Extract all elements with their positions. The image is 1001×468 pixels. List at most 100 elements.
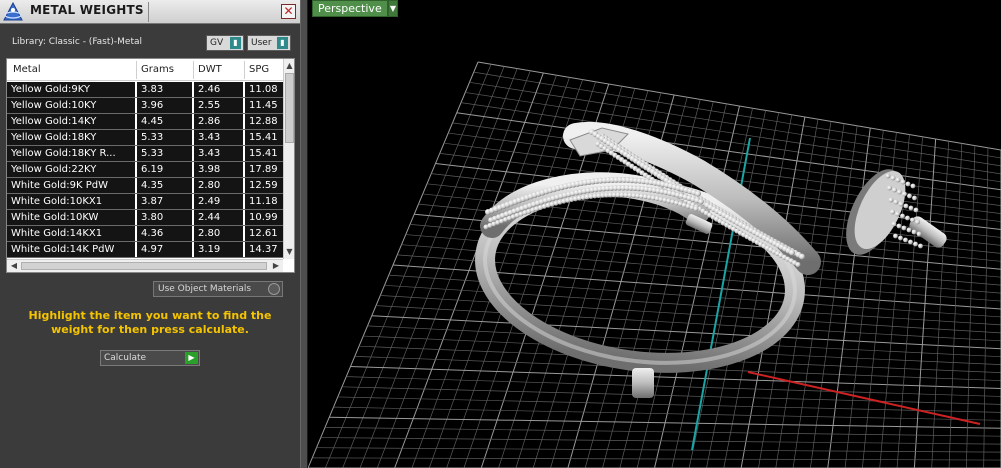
- spg-cell: 15.41: [245, 130, 285, 145]
- calculate-label: Calculate: [104, 353, 147, 363]
- ring-model[interactable]: [474, 122, 821, 398]
- metal-cell: White Gold:14KX1: [7, 226, 135, 241]
- grams-cell: 5.33: [137, 130, 192, 145]
- use-object-materials-label: Use Object Materials: [158, 284, 252, 294]
- pave-stone: [905, 181, 911, 187]
- pave-stone: [693, 206, 699, 212]
- table-vertical-scrollbar[interactable]: ▲ ▼: [283, 59, 294, 259]
- perspective-viewport[interactable]: Perspective ▼: [308, 0, 1001, 468]
- spg-cell: 12.61: [245, 226, 285, 241]
- pave-stone: [908, 239, 913, 245]
- radio-indicator-icon[interactable]: [268, 283, 280, 295]
- grams-cell: 3.96: [137, 98, 192, 113]
- table-row[interactable]: White Gold:14KX1 4.36 2.80 12.61: [7, 226, 285, 242]
- pave-stone: [903, 203, 909, 209]
- pave-stone: [895, 211, 900, 217]
- pave-stone: [890, 175, 896, 181]
- spg-cell: 11.18: [245, 194, 285, 209]
- column-divider: [244, 61, 245, 79]
- scroll-up-arrow-icon[interactable]: ▲: [284, 60, 294, 72]
- metal-cell: White Gold:10KX1: [7, 194, 135, 209]
- metal-cell: Yellow Gold:18KY R...: [7, 146, 135, 161]
- viewport-name-tab[interactable]: Perspective: [312, 0, 388, 17]
- pave-stone: [795, 261, 801, 268]
- metal-cell: Yellow Gold:18KY: [7, 130, 135, 145]
- dropdown-arrow-icon: ▮: [277, 37, 288, 49]
- pave-stone: [907, 193, 912, 199]
- library-source-select[interactable]: User ▮: [247, 35, 291, 51]
- scroll-thumb[interactable]: [21, 262, 267, 270]
- table-row[interactable]: White Gold:10KW 3.80 2.44 10.99: [7, 210, 285, 226]
- table-row[interactable]: White Gold:14K PdW 4.97 3.19 14.37: [7, 242, 285, 258]
- pave-stone: [891, 221, 897, 227]
- dropdown-arrow-icon: ▮: [230, 37, 241, 49]
- viewport-menu-arrow-icon[interactable]: ▼: [388, 0, 398, 17]
- close-button[interactable]: ✕: [281, 4, 296, 19]
- spg-cell: 12.59: [245, 178, 285, 193]
- pave-stone: [898, 201, 904, 207]
- dwt-cell: 2.49: [194, 194, 243, 209]
- spg-cell: 17.89: [245, 162, 285, 177]
- pave-stone: [915, 219, 920, 225]
- column-header-grams[interactable]: Grams: [141, 64, 174, 75]
- pave-stone: [698, 198, 704, 205]
- library-label: Library: Classic - (Fast)-Metal: [12, 37, 143, 47]
- column-header-spg[interactable]: SPG: [249, 64, 269, 75]
- pave-stone: [893, 233, 898, 239]
- panel-splitter[interactable]: [300, 0, 308, 468]
- play-arrow-icon: ▶: [185, 352, 198, 364]
- calculate-button[interactable]: Calculate ▶: [100, 350, 200, 366]
- pave-stone: [916, 231, 922, 237]
- metal-cell: Yellow Gold:22KY: [7, 162, 135, 177]
- table-row[interactable]: Yellow Gold:10KY 3.96 2.55 11.45: [7, 98, 285, 114]
- setting-model[interactable]: [835, 161, 949, 263]
- column-header-metal[interactable]: Metal: [13, 64, 41, 75]
- pave-stone: [892, 187, 897, 193]
- scroll-thumb[interactable]: [285, 73, 294, 143]
- unit-select[interactable]: GV ▮: [206, 35, 244, 51]
- metal-cell: White Gold:10KW: [7, 210, 135, 225]
- grams-cell: 4.36: [137, 226, 192, 241]
- pave-stone: [912, 195, 917, 201]
- pave-stone: [918, 243, 923, 249]
- table-row[interactable]: Yellow Gold:9KY 3.83 2.46 11.08: [7, 82, 285, 98]
- dwt-cell: 2.44: [194, 210, 243, 225]
- grams-cell: 3.80: [137, 210, 192, 225]
- column-divider: [193, 61, 194, 79]
- use-object-materials-option[interactable]: Use Object Materials: [153, 281, 283, 297]
- pave-stone: [913, 241, 918, 247]
- dwt-cell: 3.98: [194, 162, 243, 177]
- table-row[interactable]: Yellow Gold:22KY 6.19 3.98 17.89: [7, 162, 285, 178]
- spg-cell: 10.99: [245, 210, 285, 225]
- grams-cell: 3.87: [137, 194, 192, 209]
- pave-stone: [898, 235, 903, 241]
- unit-select-value: GV: [210, 38, 224, 48]
- scroll-left-arrow-icon[interactable]: ◀: [8, 260, 20, 272]
- column-divider: [136, 61, 137, 79]
- table-row[interactable]: White Gold:9K PdW 4.35 2.80 12.59: [7, 178, 285, 194]
- dwt-cell: 3.43: [194, 146, 243, 161]
- pave-stone: [887, 185, 892, 191]
- column-header-dwt[interactable]: DWT: [198, 64, 222, 75]
- grid-line: [333, 406, 1001, 421]
- table-horizontal-scrollbar[interactable]: ◀ ▶: [7, 259, 283, 272]
- scroll-down-arrow-icon[interactable]: ▼: [284, 246, 294, 258]
- panel-titlebar: METAL WEIGHTS ✕: [0, 0, 300, 24]
- pave-stone: [908, 205, 914, 211]
- pave-stone: [895, 177, 901, 183]
- table-row[interactable]: Yellow Gold:18KY 5.33 3.43 15.41: [7, 130, 285, 146]
- spg-cell: 11.45: [245, 98, 285, 113]
- table-row[interactable]: Yellow Gold:14KY 4.45 2.86 12.88: [7, 114, 285, 130]
- panel-title: METAL WEIGHTS: [30, 3, 144, 17]
- table-row[interactable]: White Gold:10KX1 3.87 2.49 11.18: [7, 194, 285, 210]
- scroll-right-arrow-icon[interactable]: ▶: [270, 260, 282, 272]
- grams-cell: 4.97: [137, 242, 192, 257]
- pave-stone: [913, 207, 919, 213]
- pave-stone: [695, 190, 701, 197]
- app-logo-icon: [3, 1, 23, 21]
- grams-cell: 5.33: [137, 146, 192, 161]
- viewport-scene[interactable]: [308, 0, 1001, 468]
- pave-stone: [885, 173, 891, 179]
- grams-cell: 3.83: [137, 82, 192, 97]
- table-row[interactable]: Yellow Gold:18KY R... 5.33 3.43 15.41: [7, 146, 285, 162]
